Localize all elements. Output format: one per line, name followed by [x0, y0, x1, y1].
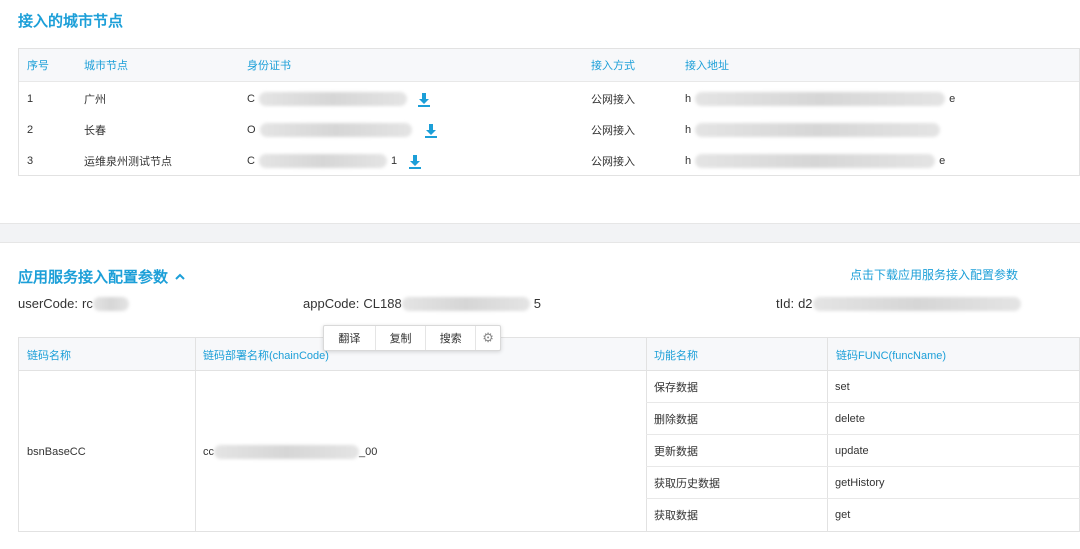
- cert-prefix: O: [247, 123, 256, 136]
- user-code-label: userCode:: [18, 296, 78, 311]
- nodes-table-header: 序号 城市节点 身份证书 接入方式 接入地址: [19, 49, 1079, 82]
- nodes-card: 接入的城市节点 序号 城市节点 身份证书 接入方式 接入地址 1 广州 C 公网…: [0, 0, 1080, 224]
- row-method: 公网接入: [591, 93, 635, 106]
- func-name-cell: 更新数据: [654, 445, 698, 458]
- search-button[interactable]: 搜索: [426, 326, 477, 350]
- translate-button[interactable]: 翻译: [324, 326, 376, 350]
- col-chain-name-header: 链码名称: [27, 349, 71, 362]
- cert-prefix: C: [247, 92, 255, 105]
- redacted-chain-code: [214, 444, 359, 459]
- redacted-tid: [812, 296, 1021, 311]
- config-table: 链码名称 链码部署名称(chainCode) 功能名称 链码FUNC(funcN…: [18, 337, 1080, 532]
- table-row: 更新数据 update: [646, 435, 1080, 467]
- cert-suffix: 1: [390, 154, 398, 167]
- row-cert: C: [247, 83, 411, 114]
- cert-prefix: C: [247, 154, 255, 167]
- download-icon[interactable]: [424, 123, 438, 139]
- download-config-link[interactable]: 点击下载应用服务接入配置参数: [850, 266, 1018, 283]
- row-cert: O: [247, 114, 416, 145]
- user-code-value: rc: [81, 296, 93, 311]
- row-address: h e: [685, 83, 955, 114]
- col-method-header: 接入方式: [591, 60, 635, 72]
- table-row: 保存数据 set: [646, 371, 1080, 403]
- redacted-cert: [259, 122, 412, 137]
- app-code-field: appCode: CL188 5: [303, 296, 541, 311]
- func-name-cell: 获取数据: [654, 510, 698, 522]
- col-func-name-header: 功能名称: [654, 349, 698, 362]
- address-prefix: h: [685, 154, 692, 167]
- col-chain-code-header: 链码部署名称(chainCode): [203, 349, 329, 362]
- table-row: 3 运维泉州测试节点 C 1 公网接入 h e: [19, 145, 1079, 176]
- row-address: h: [685, 114, 944, 145]
- func-cell: update: [835, 444, 869, 457]
- chevron-up-icon[interactable]: [174, 272, 186, 282]
- nodes-section-title: 接入的城市节点: [18, 13, 124, 30]
- func-cell: set: [835, 380, 850, 393]
- col-index-header: 序号: [27, 60, 49, 72]
- row-cert: C 1: [247, 145, 397, 176]
- func-cell: get: [835, 509, 851, 521]
- chain-code-suffix: _00: [359, 445, 378, 458]
- chain-name-cell: bsnBaseCC: [27, 445, 86, 458]
- col-address-header: 接入地址: [685, 60, 729, 72]
- context-toolbar: 翻译 复制 搜索 ⚙: [323, 325, 501, 351]
- func-name-cell: 获取历史数据: [654, 477, 720, 490]
- row-method: 公网接入: [591, 124, 635, 137]
- table-row: 删除数据 delete: [646, 403, 1080, 435]
- redacted-address: [695, 122, 941, 137]
- row-city: 广州: [84, 93, 106, 106]
- config-section-title: 应用服务接入配置参数: [18, 269, 169, 286]
- func-cell: delete: [835, 412, 865, 425]
- user-code-field: userCode: rc: [18, 296, 133, 311]
- row-address: h e: [685, 145, 945, 176]
- col-cert-header: 身份证书: [247, 60, 291, 72]
- tid-value: d2: [798, 296, 813, 311]
- copy-button[interactable]: 复制: [376, 326, 427, 350]
- address-prefix: h: [685, 123, 692, 136]
- row-method: 公网接入: [591, 155, 635, 168]
- config-table-header: 链码名称 链码部署名称(chainCode) 功能名称 链码FUNC(funcN…: [19, 338, 1079, 371]
- address-suffix: e: [949, 92, 956, 105]
- chain-code-cell: cc _00: [203, 371, 377, 532]
- tid-label: tId:: [776, 296, 795, 311]
- column-divider: [195, 338, 196, 531]
- app-code-suffix: 5: [533, 296, 541, 311]
- row-city: 运维泉州测试节点: [84, 155, 172, 168]
- col-func-header: 链码FUNC(funcName): [836, 349, 947, 362]
- row-index: 2: [27, 123, 34, 136]
- download-icon[interactable]: [417, 92, 431, 108]
- row-index: 3: [27, 154, 34, 167]
- func-name-cell: 删除数据: [654, 413, 698, 426]
- chain-code-prefix: cc: [203, 445, 214, 458]
- table-row: 1 广州 C 公网接入 h e: [19, 83, 1079, 114]
- config-section-header[interactable]: 应用服务接入配置参数: [18, 266, 186, 287]
- tid-field: tId: d2: [776, 296, 1025, 311]
- col-city-header: 城市节点: [84, 60, 128, 72]
- download-icon[interactable]: [408, 154, 422, 170]
- table-row: 获取历史数据 getHistory: [646, 467, 1080, 499]
- table-row: 2 长春 O 公网接入 h: [19, 114, 1079, 145]
- address-suffix: e: [939, 154, 946, 167]
- row-city: 长春: [84, 124, 106, 137]
- row-index: 1: [27, 92, 34, 105]
- address-prefix: h: [685, 92, 692, 105]
- redacted-app-code: [401, 296, 530, 311]
- gear-icon[interactable]: ⚙: [476, 326, 500, 350]
- func-cell: getHistory: [835, 476, 885, 489]
- redacted-cert: [258, 91, 407, 106]
- nodes-table: 序号 城市节点 身份证书 接入方式 接入地址 1 广州 C 公网接入 h e 2…: [18, 48, 1080, 176]
- func-name-cell: 保存数据: [654, 381, 698, 394]
- app-code-label: appCode:: [303, 296, 360, 311]
- redacted-address: [695, 153, 936, 168]
- redacted-user-code: [92, 296, 129, 311]
- redacted-cert: [258, 153, 387, 168]
- app-code-value: CL188: [363, 296, 402, 311]
- redacted-address: [695, 91, 946, 106]
- table-row: 获取数据 get: [646, 499, 1080, 531]
